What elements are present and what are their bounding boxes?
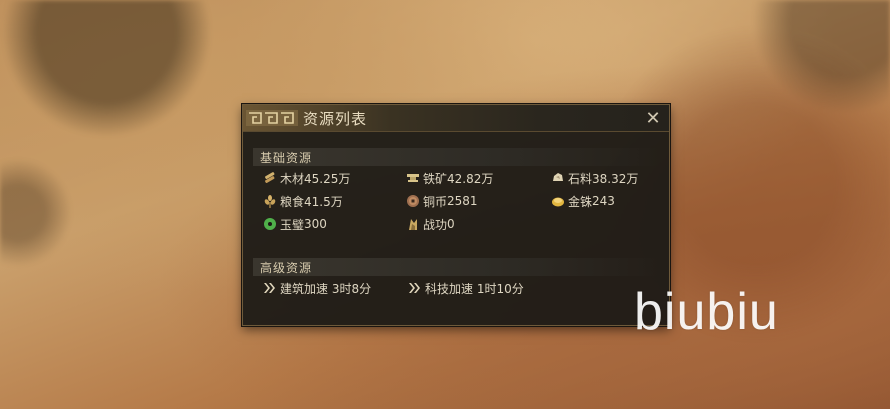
- dialog-title: 资源列表: [303, 110, 368, 128]
- resource-name: 玉璧: [280, 217, 305, 232]
- wood-icon: [265, 172, 275, 183]
- jade-disc-icon: [264, 218, 276, 230]
- resource-name: 战功: [423, 217, 448, 232]
- resource-value: 0: [447, 217, 455, 231]
- stone-icon: [553, 173, 563, 181]
- resource-name: 铁矿: [423, 171, 448, 186]
- resource-gold: 金铢 243: [551, 193, 615, 209]
- resource-value: 1时10分: [476, 281, 524, 296]
- resource-name: 建筑加速: [280, 281, 329, 296]
- resource-building-speedup: 建筑加速 3时8分: [263, 280, 371, 296]
- resource-grain: 粮食 41.5万: [263, 193, 343, 209]
- gold-bead-icon: [552, 197, 564, 207]
- resource-name: 粮食: [280, 194, 305, 209]
- resource-stone: 石料 38.32万: [551, 170, 638, 186]
- resource-name: 金铢: [568, 194, 593, 209]
- dialog-titlebar: 资源列表 ✕: [243, 105, 669, 132]
- resource-value: 38.32万: [592, 171, 639, 186]
- merit-icon: [409, 219, 417, 230]
- section-label-advanced: 高级资源: [260, 261, 313, 275]
- watermark-text: biubiu: [634, 283, 779, 341]
- grain-icon: [264, 195, 276, 208]
- resource-merit: 战功 0: [406, 216, 455, 232]
- section-label-basic: 基础资源: [260, 151, 313, 165]
- speedup-icon: [264, 283, 275, 293]
- resource-name: 木材: [280, 171, 305, 186]
- resource-value: 243: [592, 194, 615, 208]
- resource-iron: 铁矿 42.82万: [406, 170, 493, 186]
- resource-tech-speedup: 科技加速 1时10分: [408, 280, 524, 296]
- resource-value: 2581: [447, 194, 478, 208]
- basic-resources-header: 基础资源: [253, 148, 661, 166]
- resource-name: 铜币: [423, 194, 448, 209]
- copper-coin-icon: [407, 195, 419, 207]
- speedup-icon: [409, 283, 420, 293]
- resource-copper: 铜币 2581: [406, 193, 478, 209]
- close-button[interactable]: ✕: [643, 107, 663, 129]
- resource-value: 42.82万: [447, 171, 494, 186]
- resource-value: 41.5万: [304, 194, 343, 209]
- resource-wood: 木材 45.25万: [263, 170, 350, 186]
- resource-value: 300: [304, 217, 327, 231]
- advanced-resources-header: 高级资源: [253, 258, 661, 276]
- resource-list-dialog: 资源列表 ✕ 基础资源 木材 45.25万 铁矿 42.82万 石料 38.32万: [242, 104, 670, 326]
- resource-name: 科技加速: [425, 281, 474, 296]
- resource-name: 石料: [568, 171, 593, 186]
- resource-value: 45.25万: [304, 171, 351, 186]
- title-ornament-icon: [246, 110, 298, 126]
- close-icon: ✕: [645, 107, 661, 129]
- resource-value: 3时8分: [331, 281, 372, 296]
- resource-jade: 玉璧 300: [263, 216, 327, 232]
- iron-ore-icon: [407, 174, 419, 182]
